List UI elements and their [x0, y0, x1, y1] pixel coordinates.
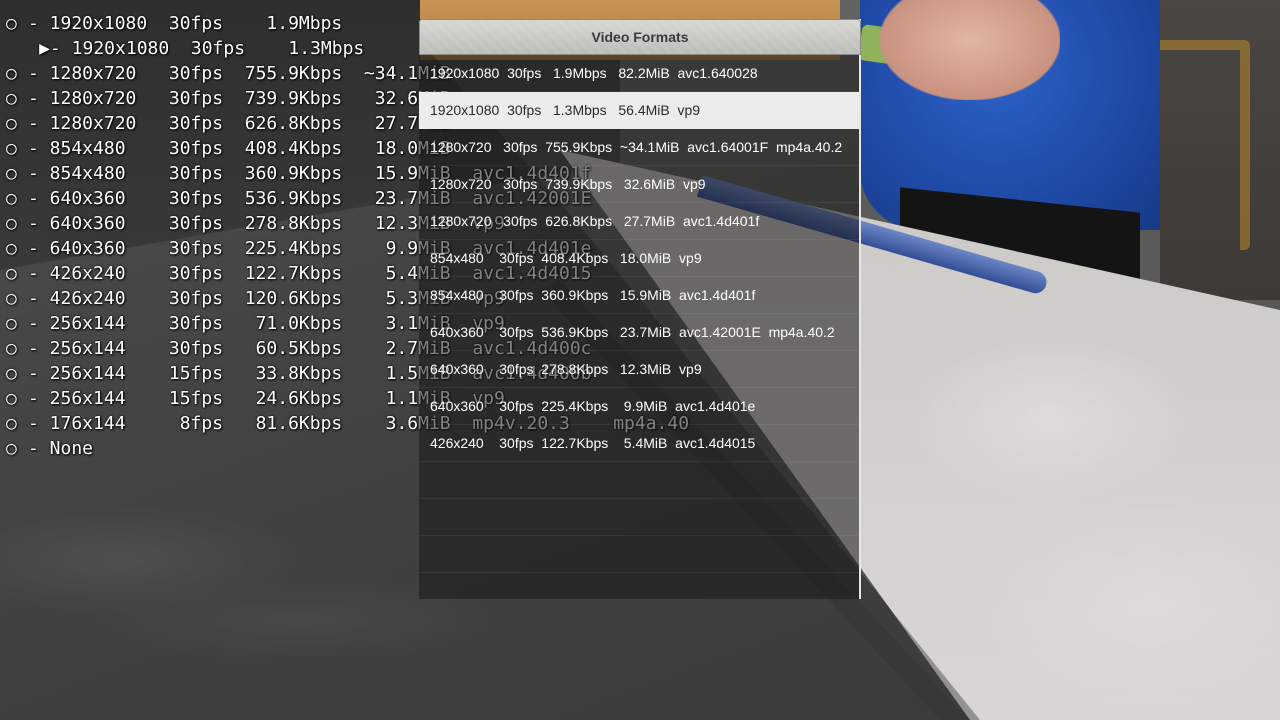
selected-arrow-icon: ▶ — [39, 38, 50, 59]
radio-circle-icon: ○ — [6, 413, 17, 434]
osd-format-label: - 1920x1080 30fps 1.9Mbps — [28, 13, 343, 34]
menu-title: Video Formats — [591, 29, 689, 45]
menu-item-format[interactable]: 640x360 30fps 225.4Kbps 9.9MiB avc1.4d40… — [419, 388, 859, 425]
osd-format-label: - 1280x720 30fps 755.9Kbps ~34.1MiB — [28, 63, 451, 84]
menu-item-format[interactable] — [419, 462, 859, 499]
menu-item-format[interactable]: 640x360 30fps 278.8Kbps 12.3MiB vp9 — [419, 351, 859, 388]
person-hand — [880, 0, 1060, 100]
radio-circle-icon: ○ — [6, 313, 17, 334]
menu-item-label: 426x240 30fps 122.7Kbps 5.4MiB avc1.4d40… — [430, 435, 756, 451]
menu-item-format[interactable]: 1280x720 30fps 626.8Kbps 27.7MiB avc1.4d… — [419, 203, 859, 240]
menu-item-label: 854x480 30fps 408.4Kbps 18.0MiB vp9 — [430, 250, 702, 266]
radio-circle-icon: ○ — [6, 113, 17, 134]
radio-circle-icon: ○ — [6, 163, 17, 184]
osd-format-label: - 1280x720 30fps 739.9Kbps 32.6MiB — [28, 88, 451, 109]
menu-item-label: 640x360 30fps 225.4Kbps 9.9MiB avc1.4d40… — [430, 398, 756, 414]
radio-circle-icon: ○ — [6, 138, 17, 159]
radio-circle-icon: ○ — [6, 388, 17, 409]
radio-circle-icon: ○ — [6, 363, 17, 384]
menu-item-format[interactable]: 426x240 30fps 122.7Kbps 5.4MiB avc1.4d40… — [419, 425, 859, 462]
menu-item-label: 640x360 30fps 536.9Kbps 23.7MiB avc1.420… — [430, 324, 835, 340]
radio-circle-icon: ○ — [6, 188, 17, 209]
menu-item-label: 1280x720 30fps 739.9Kbps 32.6MiB vp9 — [430, 176, 706, 192]
menu-item-format[interactable] — [419, 499, 859, 536]
menu-item-label: 1920x1080 30fps 1.9Mbps 82.2MiB avc1.640… — [430, 65, 758, 81]
radio-circle-icon: ○ — [6, 263, 17, 284]
osd-format-label: - 1920x1080 30fps 1.3Mbps — [50, 38, 365, 59]
menu-item-label: 1280x720 30fps 755.9Kbps ~34.1MiB avc1.6… — [430, 139, 843, 155]
radio-circle-icon: ○ — [6, 213, 17, 234]
menu-item-format[interactable]: 1280x720 30fps 755.9Kbps ~34.1MiB avc1.6… — [419, 129, 859, 166]
menu-item-format[interactable] — [419, 536, 859, 573]
osd-format-label: - 854x480 30fps 408.4Kbps 18.0MiB — [28, 138, 451, 159]
menu-item-format[interactable]: 1920x1080 30fps 1.3Mbps 56.4MiB vp9 — [419, 92, 859, 129]
radio-circle-icon: ○ — [6, 13, 17, 34]
menu-item-format[interactable]: 640x360 30fps 536.9Kbps 23.7MiB avc1.420… — [419, 314, 859, 351]
menu-item-format[interactable]: 854x480 30fps 408.4Kbps 18.0MiB vp9 — [419, 240, 859, 277]
osd-format-label: - None — [28, 438, 94, 459]
video-formats-menu: Video Formats 1920x1080 30fps 1.9Mbps 82… — [419, 19, 861, 599]
radio-circle-icon: ○ — [6, 63, 17, 84]
menu-item-label: 854x480 30fps 360.9Kbps 15.9MiB avc1.4d4… — [430, 287, 756, 303]
menu-item-label: 1920x1080 30fps 1.3Mbps 56.4MiB vp9 — [430, 102, 701, 118]
menu-item-format[interactable]: 1920x1080 30fps 1.9Mbps 82.2MiB avc1.640… — [419, 55, 859, 92]
menu-item-label: 1280x720 30fps 626.8Kbps 27.7MiB avc1.4d… — [430, 213, 760, 229]
radio-circle-icon: ○ — [6, 288, 17, 309]
menu-item-format[interactable]: 1280x720 30fps 739.9Kbps 32.6MiB vp9 — [419, 166, 859, 203]
radio-circle-icon: ○ — [6, 338, 17, 359]
menu-item-label: 640x360 30fps 278.8Kbps 12.3MiB vp9 — [430, 361, 702, 377]
radio-circle-icon: ○ — [6, 238, 17, 259]
menu-item-format[interactable]: 854x480 30fps 360.9Kbps 15.9MiB avc1.4d4… — [419, 277, 859, 314]
radio-circle-icon: ○ — [6, 88, 17, 109]
osd-format-label: - 1280x720 30fps 626.8Kbps 27.7MiB — [28, 113, 451, 134]
menu-header: Video Formats — [419, 19, 861, 55]
menu-items: 1920x1080 30fps 1.9Mbps 82.2MiB avc1.640… — [419, 55, 859, 573]
radio-circle-icon: ○ — [6, 438, 17, 459]
